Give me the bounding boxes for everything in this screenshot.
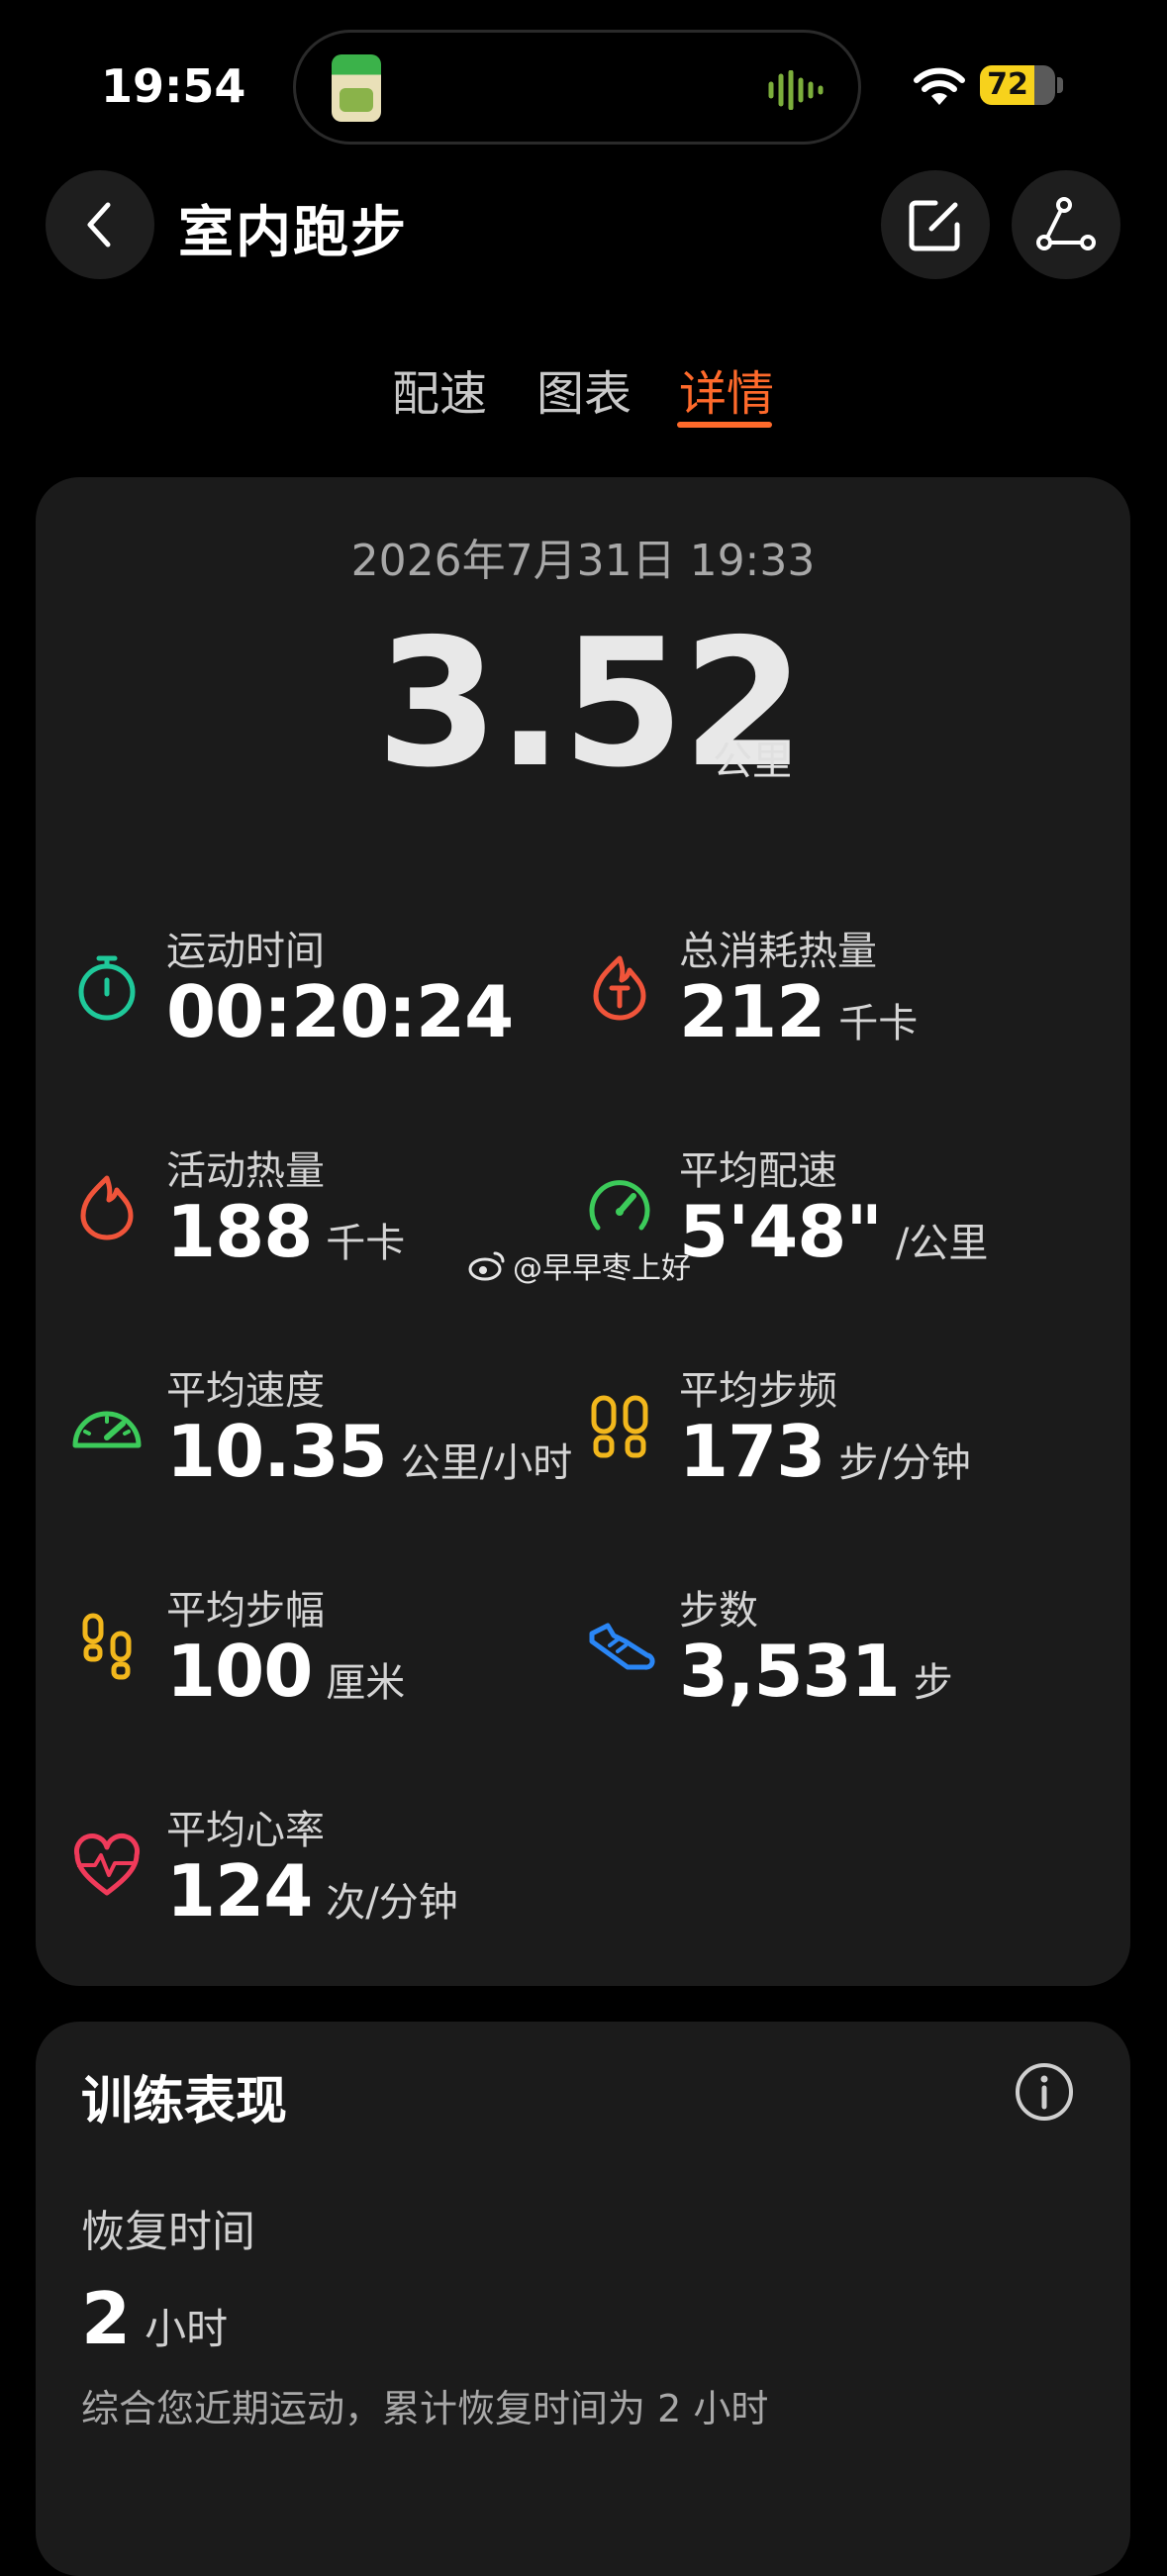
training-performance-card: 训练表现 恢复时间 2 小时 综合您近期运动，累计恢复时间为 2 小时: [36, 2022, 1130, 2576]
metric-unit: 千卡: [838, 1001, 919, 1046]
metric-unit: 步/分钟: [838, 1440, 971, 1486]
recovery-description: 综合您近期运动，累计恢复时间为 2 小时: [81, 2387, 769, 2430]
metric-unit: 厘米: [326, 1660, 406, 1706]
metric-label: 平均配速: [679, 1148, 837, 1194]
stopwatch-icon: [78, 955, 136, 1021]
metric-number: 188: [166, 1190, 313, 1273]
metric-unit: /公里: [895, 1221, 989, 1266]
tab-chart[interactable]: 图表: [536, 354, 632, 424]
edit-icon: [909, 200, 960, 251]
metric-value: 212 千卡: [679, 970, 918, 1053]
section-title: 训练表现: [81, 2072, 288, 2131]
metric-value: 173 步/分钟: [679, 1410, 971, 1493]
metric-label: 平均心率: [166, 1808, 325, 1853]
metric-value: 00:20:24: [166, 970, 514, 1053]
shoe-icon: [589, 1623, 655, 1670]
metric-label: 步数: [679, 1588, 758, 1634]
speedometer-icon: [589, 1180, 650, 1231]
metric-value: 100 厘米: [166, 1630, 405, 1713]
metric-value: 10.35 公里/小时: [166, 1410, 572, 1493]
flame-icon: [80, 1175, 134, 1240]
active-tab-indicator: [677, 422, 772, 428]
route-button[interactable]: [1012, 170, 1120, 279]
metric-number: 5'48": [679, 1190, 883, 1273]
recovery-label: 恢复时间: [81, 2207, 255, 2257]
battery-level: 72: [987, 67, 1028, 102]
metric-number: 100: [166, 1630, 313, 1713]
workout-date: 2026年7月31日 19:33: [350, 536, 816, 586]
media-thumbnail: [332, 54, 381, 122]
recovery-number: 2: [81, 2277, 132, 2360]
chevron-left-icon: [87, 202, 111, 248]
metric-number: 00:20:24: [166, 970, 514, 1053]
metric-value: 124 次/分钟: [166, 1849, 458, 1932]
back-button[interactable]: [46, 170, 154, 279]
metric-unit: 公里/小时: [400, 1440, 573, 1486]
audio-wave-icon: [768, 70, 824, 110]
tab-details[interactable]: 详情: [679, 354, 774, 424]
page-title: 室内跑步: [178, 201, 408, 265]
workout-summary-card: 2026年7月31日 19:33 3.52 公里 运动时间 00:20:24 总…: [36, 477, 1130, 1986]
weibo-icon: [468, 1251, 505, 1281]
recovery-unit: 小时: [145, 2305, 229, 2353]
route-share-icon: [1036, 197, 1096, 250]
recovery-value: 2 小时: [81, 2277, 228, 2360]
metric-number: 173: [679, 1410, 826, 1493]
info-icon[interactable]: [1014, 2061, 1075, 2123]
metric-number: 3,531: [679, 1630, 901, 1713]
footsteps-icon: [82, 1613, 132, 1680]
status-time: 19:54: [101, 59, 246, 113]
metric-value: 188 千卡: [166, 1190, 405, 1273]
metric-label: 平均速度: [166, 1368, 325, 1414]
watermark-text: @早早枣上好: [513, 1251, 691, 1286]
tab-pace[interactable]: 配速: [392, 354, 487, 424]
metric-label: 平均步幅: [166, 1588, 325, 1634]
watermark: @早早枣上好: [467, 1243, 691, 1287]
metric-number: 124: [166, 1849, 313, 1932]
battery-icon: 72: [980, 65, 1055, 105]
metric-label: 活动热量: [166, 1148, 325, 1194]
speed-gauge-icon: [72, 1411, 142, 1448]
metric-value: 5'48" /公里: [679, 1190, 988, 1273]
metric-label: 运动时间: [166, 929, 325, 974]
metric-unit: 步: [913, 1660, 953, 1706]
metric-label: 总消耗热量: [679, 929, 877, 974]
calorie-flame-icon: [593, 955, 646, 1021]
metric-number: 10.35: [166, 1410, 388, 1493]
metric-number: 212: [679, 970, 826, 1053]
footprints-icon: [591, 1395, 648, 1458]
wifi-icon: [914, 67, 965, 105]
dynamic-island[interactable]: [293, 30, 861, 145]
metric-unit: 千卡: [326, 1221, 406, 1266]
battery-nub: [1057, 77, 1063, 93]
heart-rate-icon: [73, 1833, 141, 1896]
metric-label: 平均步频: [679, 1368, 837, 1414]
edit-button[interactable]: [881, 170, 990, 279]
metric-unit: 次/分钟: [326, 1880, 458, 1926]
distance-unit: 公里: [713, 739, 792, 784]
metric-value: 3,531 步: [679, 1630, 953, 1713]
